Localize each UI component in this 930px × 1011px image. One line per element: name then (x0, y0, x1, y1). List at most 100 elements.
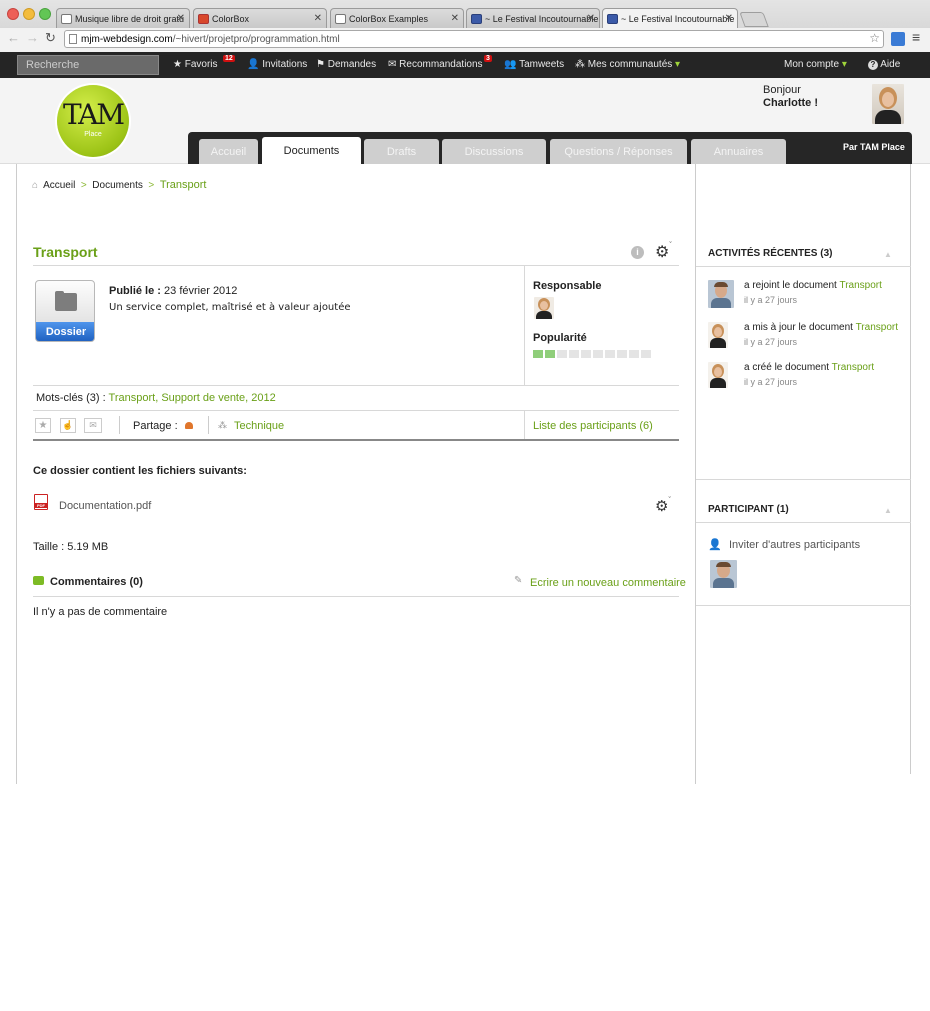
popularity-meter (533, 350, 653, 358)
menu-favoris[interactable]: ★ Favoris 12 (173, 55, 235, 70)
bookmark-star-icon[interactable]: ☆ (869, 31, 880, 45)
chrome-menu-icon[interactable]: ≡ (912, 29, 920, 45)
menu-label: Aide (880, 59, 901, 70)
close-tab-icon[interactable]: ✕ (587, 13, 595, 24)
browser-chrome: Musique libre de droit gratu ✕ ColorBox ✕ … (0, 0, 930, 52)
menu-tamweets[interactable]: 👥 Tamweets (504, 59, 564, 70)
tab-title: ColorBox Examples (349, 14, 429, 24)
folder-type-button: Dossier (36, 322, 94, 341)
popularity-segment (533, 350, 543, 358)
participants-list-link[interactable]: Liste des participants (6) (533, 420, 653, 432)
recommend-thumb-icon[interactable]: ☝ (60, 418, 76, 433)
chevron-down-icon: ▾ (675, 59, 681, 70)
zoom-window-icon[interactable] (39, 8, 51, 20)
email-share-icon[interactable]: ✉ (84, 418, 102, 433)
collapse-arrow-icon[interactable]: ▲ (884, 250, 892, 259)
tab-accueil[interactable]: Accueil (199, 139, 258, 164)
activity-target-link[interactable]: Transport (839, 280, 881, 291)
activity-item: a mis à jour le document Transport (744, 322, 898, 333)
tab-questions-reponses[interactable]: Questions / Réponses (550, 139, 687, 164)
activity-avatar[interactable] (708, 362, 728, 388)
menu-label: Mes communautés (587, 59, 673, 70)
info-icon[interactable]: i (631, 246, 644, 259)
keywords-list[interactable]: Transport, Support de vente, 2012 (109, 392, 276, 404)
search-input[interactable]: Recherche (17, 55, 159, 75)
popularity-segment (617, 350, 627, 358)
popularity-segment (569, 350, 579, 358)
browser-tab[interactable]: ColorBox Examples ✕ (330, 8, 464, 28)
tab-documents[interactable]: Documents (262, 137, 361, 164)
back-icon[interactable]: ← (7, 30, 20, 45)
activity-item: a créé le document Transport (744, 362, 874, 373)
tam-place-logo[interactable]: TAM Place (57, 85, 129, 157)
chevron-down-icon: ▾ (841, 59, 847, 70)
tab-discussions[interactable]: Discussions (442, 139, 546, 164)
user-name: Charlotte ! (763, 97, 818, 109)
menu-recommandations[interactable]: ✉ Recommandations 3 (388, 55, 492, 70)
published-label: Publié le : (109, 285, 161, 297)
menu-aide[interactable]: ? Aide (868, 59, 900, 70)
activity-target-link[interactable]: Transport (832, 362, 874, 373)
document-title: Transport (33, 244, 98, 260)
top-menu-bar: Recherche ★ Favoris 12 👤 Invitations ⚑ De… (0, 52, 930, 78)
logo-text: TAM (62, 98, 125, 131)
settings-gear-icon[interactable]: ⚙ˇ (655, 242, 672, 262)
browser-tab-active[interactable]: ~ Le Festival Incoutournable ✕ (602, 8, 738, 29)
participant-avatar[interactable] (710, 560, 737, 588)
write-comment-link[interactable]: Ecrire un nouveau commentaire (530, 577, 686, 589)
address-bar[interactable]: mjm-webdesign.com/~hivert/projetpro/prog… (64, 30, 884, 48)
extension-icon[interactable] (891, 32, 905, 46)
user-avatar[interactable] (872, 84, 904, 124)
activities-title: ACTIVITÉS RÉCENTES (3) (708, 248, 833, 259)
close-tab-icon[interactable]: ✕ (314, 13, 322, 24)
page-favicon-icon (61, 14, 72, 24)
keywords-label: Mots-clés (3) : (36, 392, 106, 404)
published-value: 23 février 2012 (164, 285, 238, 297)
favorite-star-icon[interactable]: ★ (35, 418, 51, 433)
collapse-arrow-icon[interactable]: ▲ (884, 506, 892, 515)
popularity-segment (605, 350, 615, 358)
new-tab-button[interactable] (739, 12, 769, 27)
close-tab-icon[interactable]: ✕ (451, 13, 459, 24)
share-private-icon[interactable] (185, 422, 193, 429)
brand-label: Par TAM Place (843, 142, 905, 152)
responsable-avatar[interactable] (534, 297, 554, 319)
file-link[interactable]: Documentation.pdf (59, 500, 151, 512)
popularity-segment (545, 350, 555, 358)
page-favicon-icon (198, 14, 209, 24)
breadcrumb: ⌂ Accueil > Documents > Transport (32, 179, 207, 191)
browser-tab[interactable]: Musique libre de droit gratu ✕ (56, 8, 190, 28)
browser-tab[interactable]: ~ Le Festival Incoutournable ✕ (466, 8, 600, 28)
close-window-icon[interactable] (7, 8, 19, 20)
reload-icon[interactable]: ↻ (45, 30, 56, 46)
menu-mes-communautes[interactable]: ⁂ Mes communautés ▾ (575, 59, 680, 70)
popularite-label: Popularité (533, 332, 587, 344)
menu-mon-compte[interactable]: Mon compte ▾ (784, 59, 847, 70)
url-path: /~hivert/projetpro/programmation.html (172, 34, 340, 45)
divider (33, 265, 679, 266)
tab-drafts[interactable]: Drafts (364, 139, 439, 164)
main-content: ⌂ Accueil > Documents > Transport Transp… (16, 164, 696, 784)
close-tab-icon[interactable]: ✕ (177, 13, 185, 24)
browser-tab[interactable]: ColorBox ✕ (193, 8, 327, 28)
comments-title: Commentaires (0) (50, 576, 143, 588)
activity-target-link[interactable]: Transport (856, 322, 898, 333)
category-link[interactable]: Technique (234, 420, 284, 432)
activity-avatar[interactable] (708, 280, 734, 308)
breadcrumb-accueil[interactable]: Accueil (43, 180, 75, 191)
breadcrumb-documents[interactable]: Documents (92, 180, 143, 191)
invite-participants-link[interactable]: Inviter d'autres participants (729, 539, 860, 551)
popularity-segment (557, 350, 567, 358)
page-favicon-icon (471, 14, 482, 24)
activity-avatar[interactable] (708, 322, 728, 348)
folder-thumbnail[interactable]: Dossier (35, 280, 95, 342)
forward-icon[interactable]: → (26, 30, 39, 45)
close-tab-icon[interactable]: ✕ (725, 13, 733, 24)
menu-invitations[interactable]: 👤 Invitations (247, 59, 307, 70)
tab-annuaires[interactable]: Annuaires (691, 139, 786, 164)
menu-demandes[interactable]: ⚑ Demandes (316, 59, 376, 70)
activity-text: a mis à jour le document (744, 322, 853, 333)
file-settings-gear-icon[interactable]: ⚙ˇ (655, 497, 671, 515)
minimize-window-icon[interactable] (23, 8, 35, 20)
responsable-label: Responsable (533, 280, 602, 292)
